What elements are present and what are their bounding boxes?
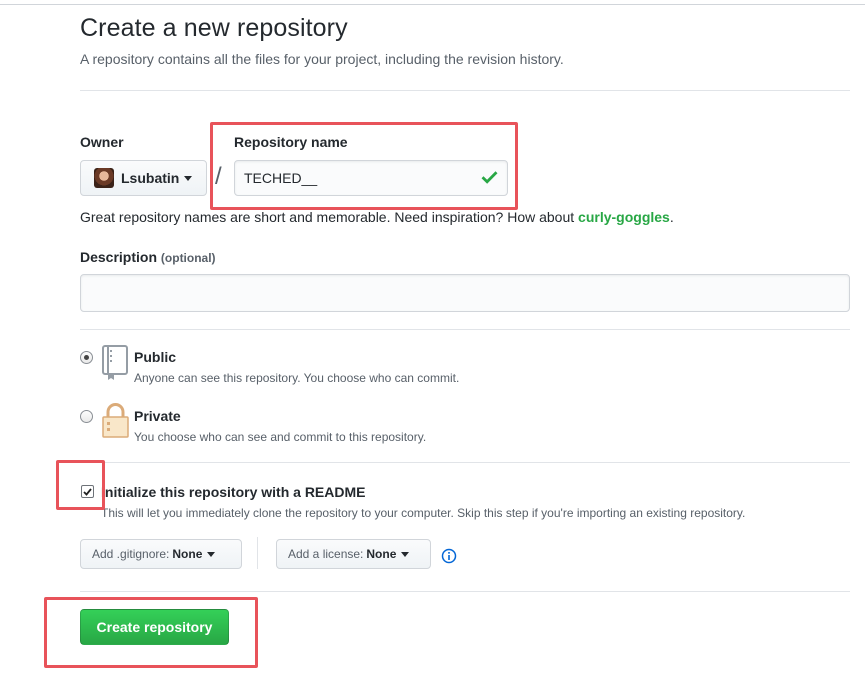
owner-label: Owner [80,134,124,150]
caret-down-icon [401,551,410,557]
private-radio[interactable] [80,410,93,423]
license-prefix: Add a license: [288,547,364,561]
avatar [94,168,114,188]
suggested-name-link[interactable]: curly-goggles [578,209,670,225]
hint-text: Great repository names are short and mem… [80,209,579,225]
license-select[interactable]: Add a license: None [276,539,431,569]
readme-label: Initialize this repository with a README [101,484,366,500]
owner-dropdown[interactable]: Lsubatin [80,160,207,196]
page-subtitle: A repository contains all the files for … [80,51,564,67]
checkmark-icon [83,487,92,496]
divider [80,329,850,330]
check-icon [481,171,498,184]
repo-book-icon [102,345,128,380]
caret-down-icon [207,551,216,557]
public-title: Public [134,349,177,365]
hint-end: . [669,209,674,225]
top-border [0,4,865,5]
private-title: Private [134,408,181,424]
page-title: Create a new repository [80,14,348,42]
info-icon[interactable] [441,548,457,564]
readme-checkbox[interactable] [81,485,94,498]
optional-tag: (optional) [160,251,216,265]
readme-note: This will let you immediately clone the … [101,506,746,520]
caret-down-icon [184,175,193,181]
description-label: Description (optional) [80,249,216,265]
gitignore-select[interactable]: Add .gitignore: None [80,539,242,569]
description-label-text: Description [80,249,158,265]
repo-name-label: Repository name [234,134,348,150]
gitignore-value: None [172,547,203,561]
gitignore-prefix: Add .gitignore: [92,547,170,561]
lock-icon [102,403,129,438]
repo-name-hint: Great repository names are short and mem… [80,209,674,225]
repo-name-input[interactable] [234,160,508,196]
divider [80,591,850,592]
divider [80,462,850,463]
vertical-separator [257,537,258,569]
divider [80,90,850,91]
owner-repo-separator: / [215,163,222,190]
private-note: You choose who can see and commit to thi… [134,430,427,444]
license-value: None [366,547,397,561]
owner-name: Lsubatin [121,170,180,186]
public-note: Anyone can see this repository. You choo… [134,371,460,385]
public-radio[interactable] [80,351,93,364]
description-input[interactable] [80,274,850,312]
create-repository-button[interactable]: Create repository [80,609,229,645]
